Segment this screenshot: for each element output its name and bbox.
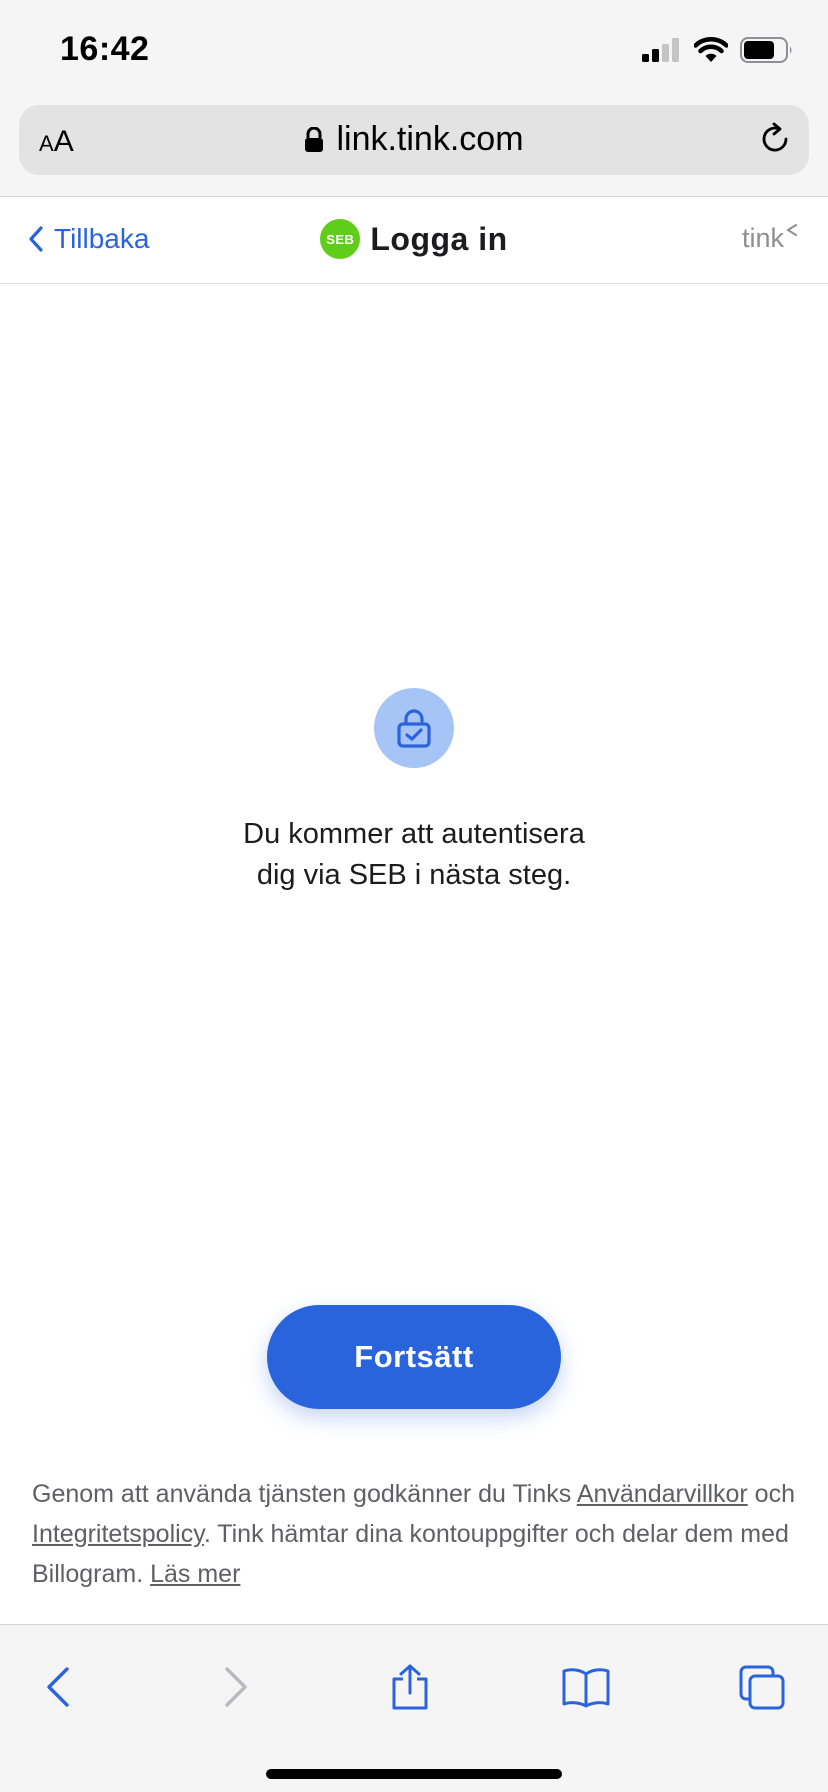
auth-message-line2: dig via SEB i nästa steg. — [256, 859, 572, 891]
browser-forward-button[interactable] — [206, 1657, 266, 1717]
tink-logo: tink — [742, 223, 798, 254]
privacy-link[interactable]: Integritetspolicy — [32, 1520, 204, 1548]
back-arrow-icon — [47, 1667, 69, 1707]
tabs-button[interactable] — [732, 1657, 792, 1717]
browser-back-button[interactable] — [28, 1657, 88, 1717]
legal-text-2: och — [747, 1480, 795, 1508]
status-time: 16:42 — [60, 30, 150, 68]
address-bar[interactable]: AA link.tink.com — [19, 105, 809, 175]
auth-message-line1: Du kommer att autentisera — [243, 818, 585, 850]
legal-text-1: Genom att använda tjänsten godkänner du … — [32, 1480, 577, 1508]
bookmarks-button[interactable] — [556, 1657, 616, 1717]
lock-check-icon — [397, 709, 431, 748]
lock-icon — [305, 126, 324, 152]
url-display[interactable]: link.tink.com — [19, 120, 809, 159]
battery-icon — [740, 37, 792, 63]
status-bar: 16:42 — [0, 0, 828, 98]
share-icon — [392, 1664, 428, 1710]
app-header: Tillbaka SEB Logga in tink — [0, 196, 828, 284]
status-icons — [642, 36, 794, 64]
continue-button[interactable]: Fortsätt — [267, 1305, 561, 1409]
tink-logo-text: tink — [741, 223, 784, 253]
terms-link[interactable]: Användarvillkor — [577, 1480, 748, 1508]
url-text: link.tink.com — [336, 120, 524, 158]
signal-icon — [642, 38, 679, 62]
lock-badge — [374, 688, 454, 768]
header-title: SEB Logga in — [0, 219, 828, 259]
wifi-icon — [694, 37, 728, 62]
seb-logo: SEB — [320, 219, 361, 259]
share-button[interactable] — [380, 1657, 440, 1717]
home-indicator — [266, 1769, 562, 1779]
read-more-link[interactable]: Läs mer — [150, 1560, 240, 1588]
browser-toolbar — [0, 1624, 828, 1792]
reload-button[interactable] — [757, 121, 793, 162]
reload-icon — [762, 122, 788, 152]
url-area: AA link.tink.com — [0, 98, 828, 196]
forward-arrow-icon — [225, 1667, 247, 1707]
page-title: Logga in — [370, 220, 508, 257]
legal-text: Genom att använda tjänsten godkänner du … — [32, 1474, 802, 1594]
tabs-icon — [739, 1665, 785, 1710]
bookmarks-icon — [562, 1668, 610, 1708]
tink-mark-icon — [786, 224, 797, 236]
auth-message: Du kommer att autentisera dig via SEB i … — [0, 814, 828, 896]
